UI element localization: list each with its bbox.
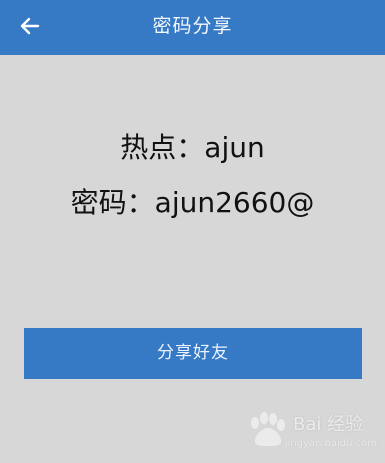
baidu-watermark: Bai 经验 jingyan.baidu.com (245, 408, 377, 456)
password-value: ajun2660@ (154, 186, 315, 219)
password-info: 密码：ajun2660@ (0, 185, 385, 221)
share-content: 热点：ajun 密码：ajun2660@ 分享好友 Bai 经验 jingyan… (0, 55, 385, 463)
watermark-brand: Bai 经验 (293, 414, 364, 435)
password-share-screen: 密码分享 热点：ajun 密码：ajun2660@ 分享好友 Bai 经验 ji… (0, 0, 385, 463)
page-title: 密码分享 (152, 15, 233, 37)
watermark-url: jingyan.baidu.com (284, 438, 377, 449)
hotspot-info: 热点：ajun (0, 130, 385, 166)
app-bar: 密码分享 (0, 0, 385, 55)
hotspot-value: ajun (204, 131, 265, 164)
share-friends-button[interactable]: 分享好友 (24, 328, 362, 379)
hotspot-label: 热点： (120, 131, 205, 164)
password-label: 密码： (70, 186, 155, 219)
